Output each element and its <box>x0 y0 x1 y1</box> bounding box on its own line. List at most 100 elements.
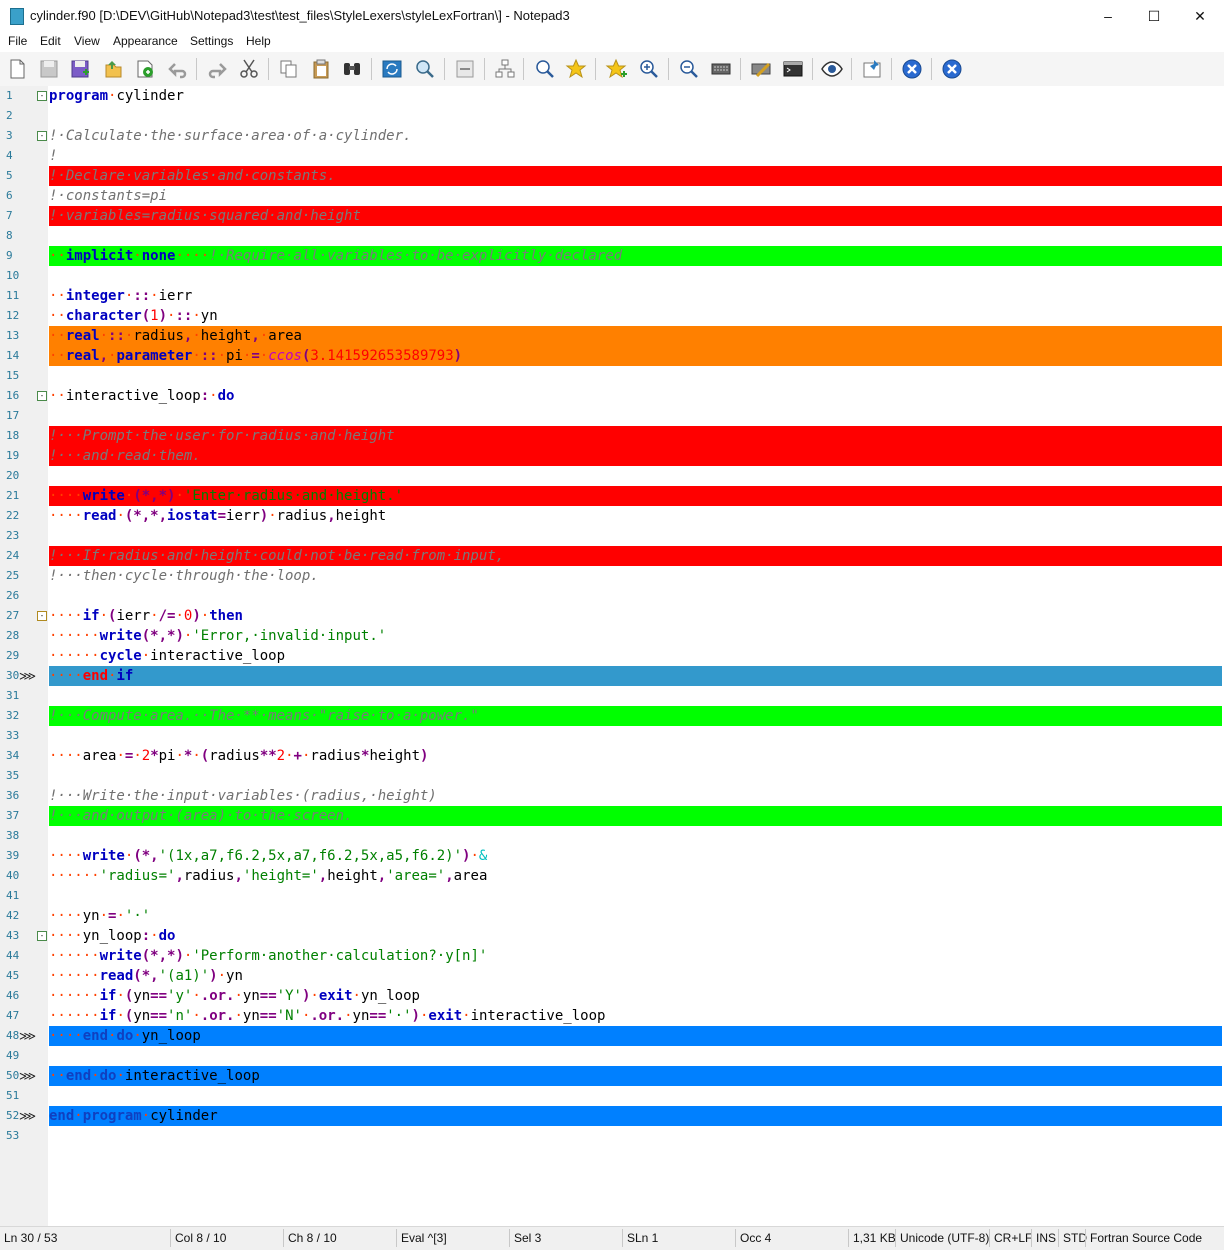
code-line[interactable]: 6 !·constants=pi <box>0 186 1224 206</box>
undo-icon[interactable] <box>166 57 190 81</box>
fold-toggle-icon[interactable]: - <box>37 391 47 401</box>
code-line[interactable]: 17 <box>0 406 1224 426</box>
code-line[interactable]: 19 !···and·read·them. <box>0 446 1224 466</box>
code-line[interactable]: 39 ····write · (*,'(1x,a7,f6.2,5x,a7,f6.2,5… <box>0 846 1224 866</box>
code-line[interactable]: 5 !·Declare·variables·and·constants. <box>0 166 1224 186</box>
pin-icon[interactable] <box>900 57 924 81</box>
code-line[interactable]: 37 !···and·output·(area)·to·the·screen. <box>0 806 1224 826</box>
keyboard-icon[interactable] <box>749 57 773 81</box>
code-line[interactable]: 24 !···If·radius·and·height·could·not·be·… <box>0 546 1224 566</box>
code-line[interactable]: 50 ⋙ ··end·do·interactive_loop <box>0 1066 1224 1086</box>
code-line[interactable]: 30 ⋙ ····end·if <box>0 666 1224 686</box>
bookmark-marker-icon[interactable]: ⋙ <box>19 1110 36 1122</box>
status-eol[interactable]: CR+LF <box>994 1231 1032 1245</box>
maximize-button[interactable]: ☐ <box>1131 0 1177 32</box>
replace-icon[interactable] <box>380 57 404 81</box>
code-line[interactable]: 53 <box>0 1126 1224 1146</box>
favorites-star-icon[interactable] <box>604 57 628 81</box>
code-line[interactable]: 45 ······read(*,'(a1)')·yn <box>0 966 1224 986</box>
fold-toggle-icon[interactable]: - <box>37 91 47 101</box>
cut-icon[interactable] <box>237 57 261 81</box>
customize-icon[interactable] <box>781 57 805 81</box>
code-line[interactable]: 35 <box>0 766 1224 786</box>
status-char[interactable]: Ch 8 / 10 <box>288 1231 337 1245</box>
bookmark-marker-icon[interactable]: ⋙ <box>19 1030 36 1042</box>
status-selection[interactable]: Sel 3 <box>514 1231 541 1245</box>
code-line[interactable]: 27- ····if·(ierr·/=·0)·then <box>0 606 1224 626</box>
save-copy-icon[interactable] <box>101 57 125 81</box>
code-line[interactable]: 46 ······if·(yn=='y'·.or.·yn=='Y')·exit·y… <box>0 986 1224 1006</box>
open-favorites-icon[interactable] <box>133 57 157 81</box>
code-line[interactable]: 40 ······'radius=',radius,'height=',heigh… <box>0 866 1224 886</box>
fold-toggle-icon[interactable]: - <box>37 131 47 141</box>
show-blanks-icon[interactable] <box>493 57 517 81</box>
find-icon[interactable] <box>340 57 364 81</box>
wrap-icon[interactable] <box>453 57 477 81</box>
code-line[interactable]: 11 ··integer·::·ierr <box>0 286 1224 306</box>
code-line[interactable]: 21 ····write·(*,*)·'Enter·radius·and·heig… <box>0 486 1224 506</box>
code-line[interactable]: 8 <box>0 226 1224 246</box>
code-editor[interactable]: 1- program·cylinder 2 3- !·Calculate·the·sur… <box>0 86 1224 1226</box>
code-line[interactable]: 44 ······write(*,*)·'Perform·another·calc… <box>0 946 1224 966</box>
menu-view[interactable]: View <box>74 34 100 48</box>
code-line[interactable]: 33 <box>0 726 1224 746</box>
code-line[interactable]: 16 - ··interactive_loop:·do <box>0 386 1224 406</box>
code-line[interactable]: 51 <box>0 1086 1224 1106</box>
code-line[interactable]: 28 ······write(*,*)·'Error,·invalid·input… <box>0 626 1224 646</box>
code-line[interactable]: 10 <box>0 266 1224 286</box>
menu-file[interactable]: File <box>8 34 27 48</box>
copy-icon[interactable] <box>277 57 301 81</box>
save-as-icon[interactable] <box>68 57 92 81</box>
code-line[interactable]: 12 ··character(1)·::·yn <box>0 306 1224 326</box>
exit-icon[interactable] <box>940 57 964 81</box>
code-line[interactable]: 32 !···Compute·area.··The·**·means·"raise… <box>0 706 1224 726</box>
status-column[interactable]: Col 8 / 10 <box>175 1231 226 1245</box>
code-line[interactable]: 25 !···then·cycle·through·the·loop. <box>0 566 1224 586</box>
code-line[interactable]: 22 ····read·(*,*,iostat=ierr)·radius,heig… <box>0 506 1224 526</box>
code-line[interactable]: 34 ····area·=·2*pi·*·(radius**2·+·radius*… <box>0 746 1224 766</box>
code-line[interactable]: 43 - ····yn_loop:·do <box>0 926 1224 946</box>
minimize-button[interactable]: – <box>1085 0 1131 32</box>
code-line[interactable]: 52 ⋙ end·program·cylinder <box>0 1106 1224 1126</box>
status-file-size[interactable]: 1,31 KB <box>853 1231 896 1245</box>
status-insert-mode[interactable]: INS <box>1036 1231 1056 1245</box>
code-line[interactable]: 7 !·variables=radius·squared·and·height <box>0 206 1224 226</box>
zoom-in-icon[interactable] <box>677 57 701 81</box>
add-favorite-icon[interactable] <box>637 57 661 81</box>
redo-icon[interactable] <box>205 57 229 81</box>
code-line[interactable]: 29 ······cycle·interactive_loop <box>0 646 1224 666</box>
close-button[interactable]: ✕ <box>1177 0 1223 32</box>
terminal-icon[interactable] <box>820 57 844 81</box>
code-line[interactable]: 9 ··implicit·none····!·Require·all·variab… <box>0 246 1224 266</box>
status-occurrences[interactable]: Occ 4 <box>740 1231 771 1245</box>
menu-appearance[interactable]: Appearance <box>113 34 178 48</box>
code-line[interactable]: 23 <box>0 526 1224 546</box>
menu-help[interactable]: Help <box>246 34 271 48</box>
goto-line-icon[interactable] <box>412 57 436 81</box>
code-line[interactable]: 41 <box>0 886 1224 906</box>
status-selected-lines[interactable]: SLn 1 <box>627 1231 658 1245</box>
bookmark-marker-icon[interactable]: ⋙ <box>19 1070 36 1082</box>
fold-toggle-icon[interactable]: - <box>37 931 47 941</box>
menu-settings[interactable]: Settings <box>190 34 233 48</box>
code-line[interactable]: 1 - program·cylinder <box>0 86 1224 106</box>
new-file-icon[interactable] <box>5 57 29 81</box>
lexer-icon[interactable] <box>532 57 556 81</box>
fold-toggle-icon[interactable]: - <box>37 611 47 621</box>
code-line[interactable]: 36 !···Write·the·input·variables·(radius,… <box>0 786 1224 806</box>
code-line[interactable]: 47 ······if·(yn=='n'·.or.·yn=='N'·.or.·yn… <box>0 1006 1224 1026</box>
bookmark-marker-icon[interactable]: ⋙ <box>19 670 36 682</box>
code-line[interactable]: 49 <box>0 1046 1224 1066</box>
code-line[interactable]: 4! <box>0 146 1224 166</box>
code-line[interactable]: 38 <box>0 826 1224 846</box>
paste-icon[interactable] <box>309 57 333 81</box>
code-line[interactable]: 42 ····yn·=·'·' <box>0 906 1224 926</box>
status-eval[interactable]: Eval ^[3] <box>401 1231 447 1245</box>
code-line[interactable]: 18 !···Prompt·the·user·for·radius·and·hei… <box>0 426 1224 446</box>
code-line[interactable]: 20 <box>0 466 1224 486</box>
code-line[interactable]: 2 <box>0 106 1224 126</box>
status-encoding[interactable]: Unicode (UTF-8) <box>900 1231 989 1245</box>
menu-edit[interactable]: Edit <box>40 34 61 48</box>
code-line[interactable]: 3 - !·Calculate·the·surface·area·of·a·cyli… <box>0 126 1224 146</box>
code-line[interactable]: 14 ··real,·parameter·::·pi·=·ccos(3.14159… <box>0 346 1224 366</box>
